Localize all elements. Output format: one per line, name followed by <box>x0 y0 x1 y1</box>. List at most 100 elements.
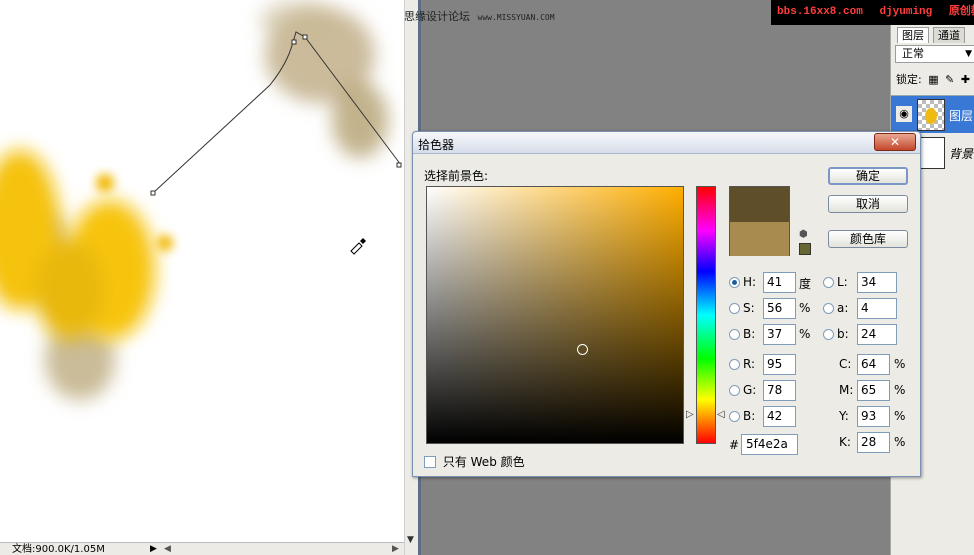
input-h[interactable]: 41 <box>763 272 796 293</box>
label-m: M: <box>839 383 854 397</box>
field-row-lab-b: b: 24 <box>823 324 913 346</box>
layer-row-selected[interactable]: ◉ 图层 <box>891 95 974 133</box>
new-color-swatch <box>730 187 789 222</box>
label-c: C: <box>839 357 852 371</box>
label-blue: B: <box>743 409 756 423</box>
color-field[interactable] <box>426 186 684 444</box>
status-menu-arrow-icon[interactable]: ▶ <box>150 543 157 555</box>
radio-s[interactable] <box>729 303 740 314</box>
background-thumbnail <box>917 137 945 169</box>
field-row-c: C: 64 % <box>823 354 918 376</box>
radio-blue[interactable] <box>729 411 740 422</box>
input-s[interactable]: 56 <box>763 298 796 319</box>
document-canvas[interactable] <box>0 0 404 542</box>
hue-slider-right-handle-icon[interactable]: ◁ <box>717 409 725 420</box>
close-icon[interactable]: ✕ <box>874 133 916 151</box>
label-lab-b: b: <box>837 327 849 341</box>
tab-layers[interactable]: 图层 <box>897 27 929 43</box>
dialog-title: 拾色器 <box>418 138 455 152</box>
color-preview <box>729 186 790 256</box>
scroll-right-icon[interactable]: ▶ <box>392 543 399 555</box>
field-row-m: M: 65 % <box>823 380 918 402</box>
blend-mode-select[interactable]: 正常 ▼ <box>895 45 974 63</box>
field-row-k: K: 28 % <box>823 432 918 454</box>
unit-k: % <box>894 435 906 449</box>
input-a[interactable]: 4 <box>857 298 897 319</box>
radio-g[interactable] <box>729 385 740 396</box>
radio-h[interactable] <box>729 277 740 288</box>
visibility-eye-icon[interactable]: ◉ <box>896 106 912 122</box>
web-safe-swatch[interactable] <box>799 243 811 255</box>
label-b: B: <box>743 327 756 341</box>
radio-a[interactable] <box>823 303 834 314</box>
current-color-swatch[interactable] <box>730 222 789 256</box>
eyedropper-cursor-icon <box>350 238 366 255</box>
chevron-down-icon: ▼ <box>965 49 972 59</box>
layer-thumbnail <box>917 99 945 131</box>
unit-s: % <box>799 301 811 315</box>
color-picker-dialog: 拾色器 ✕ 选择前景色: ▷ ◁ ⬢ 确定 取消 颜色库 H: 41 度 S: … <box>412 131 921 477</box>
forum-name: 思缘设计论坛 <box>404 10 470 23</box>
input-g[interactable]: 78 <box>763 380 796 401</box>
scroll-down-icon[interactable]: ▼ <box>407 535 414 545</box>
author-name: djyuming <box>879 6 933 18</box>
field-row-a: a: 4 <box>823 298 913 320</box>
label-s: S: <box>743 301 755 315</box>
input-l[interactable]: 34 <box>857 272 897 293</box>
web-only-option[interactable]: 只有 Web 颜色 <box>424 453 525 470</box>
site-url: bbs.16xx8.com <box>777 6 863 18</box>
label-a: a: <box>837 301 849 315</box>
hex-input[interactable]: 5f4e2a <box>741 434 798 455</box>
input-y[interactable]: 93 <box>857 406 890 427</box>
dialog-titlebar[interactable]: 拾色器 ✕ <box>413 132 920 154</box>
yellow-paint-strokes <box>0 150 155 340</box>
radio-r[interactable] <box>729 359 740 370</box>
color-field-cursor[interactable] <box>577 344 588 355</box>
radio-l[interactable] <box>823 277 834 288</box>
label-r: R: <box>743 357 756 371</box>
input-r[interactable]: 95 <box>763 354 796 375</box>
status-bar: 文档:900.0K/1.05M ▶ ◀ ▶ <box>0 542 404 555</box>
field-row-g: G: 78 <box>729 380 819 402</box>
lock-row: 锁定: ▦ ✎ ✚ <box>896 71 970 87</box>
web-only-checkbox[interactable] <box>424 456 436 468</box>
web-safe-cube-icon[interactable]: ⬢ <box>799 229 808 240</box>
background-layer-name: 背景 <box>949 147 974 161</box>
tab-channels[interactable]: 通道 <box>933 27 965 43</box>
tutorial-tag: 原创教程 <box>948 6 974 18</box>
field-row-y: Y: 93 % <box>823 406 918 428</box>
lock-transparency-icon[interactable]: ▦ <box>928 73 938 86</box>
forum-watermark: 思缘设计论坛 www.MISSYUAN.COM <box>404 8 555 24</box>
field-row-s: S: 56 % <box>729 298 819 320</box>
radio-b[interactable] <box>729 329 740 340</box>
lock-move-icon[interactable]: ✚ <box>961 73 970 86</box>
cancel-button[interactable]: 取消 <box>828 195 908 213</box>
lock-label: 锁定: <box>896 73 922 86</box>
input-k[interactable]: 28 <box>857 432 890 453</box>
color-libraries-button[interactable]: 颜色库 <box>828 230 908 248</box>
unit-y: % <box>894 409 906 423</box>
document-size-info: 文档:900.0K/1.05M <box>12 544 105 555</box>
canvas-artwork <box>0 0 402 400</box>
unit-b: % <box>799 327 811 341</box>
ok-button[interactable]: 确定 <box>828 167 908 185</box>
input-lab-b[interactable]: 24 <box>857 324 897 345</box>
unit-c: % <box>894 357 906 371</box>
input-c[interactable]: 64 <box>857 354 890 375</box>
radio-lab-b[interactable] <box>823 329 834 340</box>
layer-name: 图层 <box>949 109 974 123</box>
label-h: H: <box>743 275 757 289</box>
input-b[interactable]: 37 <box>763 324 796 345</box>
hue-slider[interactable] <box>696 186 716 444</box>
hue-slider-left-handle-icon[interactable]: ▷ <box>686 409 694 420</box>
input-m[interactable]: 65 <box>857 380 890 401</box>
hex-label: # <box>729 438 740 452</box>
field-row-l: L: 34 <box>823 272 913 294</box>
unit-m: % <box>894 383 906 397</box>
input-blue[interactable]: 42 <box>763 406 796 427</box>
scroll-left-icon[interactable]: ◀ <box>164 543 171 555</box>
label-l: L: <box>837 275 848 289</box>
field-row-b: B: 37 % <box>729 324 819 346</box>
blend-mode-value: 正常 <box>902 47 924 60</box>
lock-paint-icon[interactable]: ✎ <box>945 73 954 86</box>
